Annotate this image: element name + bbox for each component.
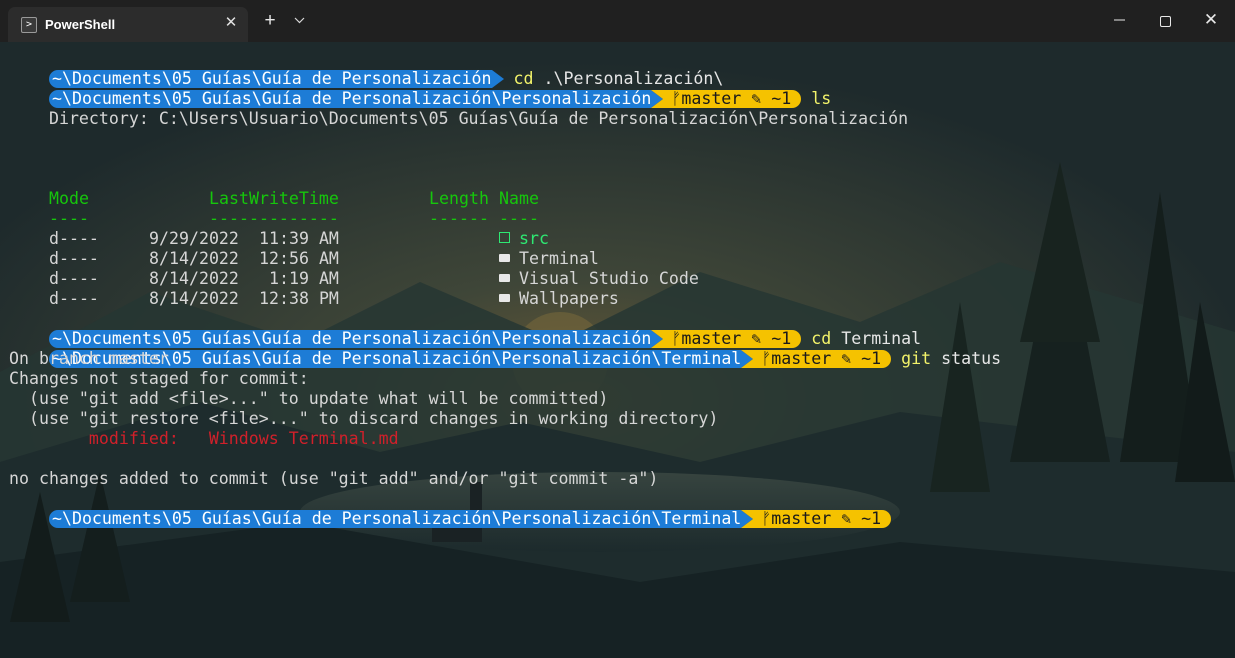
new-tab-button[interactable]: +: [260, 11, 280, 31]
modified-label: modified:: [9, 429, 209, 448]
tab-title: PowerShell: [45, 17, 116, 32]
header-name: Name: [499, 189, 539, 208]
output-line: On branch master: [9, 349, 169, 368]
header-length: Length: [429, 189, 489, 208]
maximize-button[interactable]: [1142, 0, 1188, 40]
close-icon: ✕: [1203, 10, 1219, 29]
git-status-segment: ᚠmaster ✎ ~1: [663, 90, 802, 108]
row-mode: d----: [48, 289, 99, 308]
table-row: d---- 9/29/2022 11:39 AM src: [9, 209, 549, 248]
table-row: d---- 8/14/2022 12:38 PM Wallpapers: [9, 269, 619, 308]
command-argument: status: [931, 349, 1002, 368]
header-lastwritetime: LastWriteTime: [209, 189, 339, 208]
table-row: d---- 8/14/2022 1:19 AM Visual Studio Code: [9, 249, 699, 288]
table-row: d---- 8/14/2022 12:56 AM Terminal: [9, 229, 599, 268]
output-line: Changes not staged for commit:: [9, 369, 309, 388]
row-name: Wallpapers: [519, 289, 619, 308]
prompt-path-segment: ~\Documents\05 Guías\Guía de Personaliza…: [48, 510, 742, 528]
row-time: 12:38 PM: [259, 289, 339, 308]
git-status-segment: ᚠmaster ✎ ~1: [753, 510, 892, 528]
row-name: Visual Studio Code: [519, 269, 699, 288]
chevron-down-icon: [294, 17, 304, 24]
output-line: (use "git restore <file>..." to discard …: [9, 409, 719, 428]
modified-filename: Windows Terminal.md: [208, 429, 399, 448]
tab-close-icon[interactable]: ✕: [222, 13, 240, 35]
prompt-line: ~\Documents\05 Guías\Guía de Personaliza…: [9, 329, 1001, 368]
close-window-button[interactable]: ✕: [1188, 0, 1234, 40]
modified-file-line: modified: Windows Terminal.md: [9, 429, 399, 449]
prompt-line: ~\Documents\05 Guías\Guía de Personaliza…: [9, 49, 723, 88]
output-line: (use "git add <file>..." to update what …: [9, 389, 609, 408]
prompt-line: ~\Documents\05 Guías\Guía de Personaliza…: [9, 309, 921, 348]
command-text: git: [901, 349, 932, 368]
profiles-dropdown-button[interactable]: [291, 12, 307, 30]
row-time: 1:19 AM: [259, 269, 339, 288]
row-time: 11:39 AM: [259, 229, 339, 248]
row-time: 12:56 AM: [259, 249, 339, 268]
row-date: 8/14/2022: [149, 289, 239, 308]
source-folder-icon: [499, 232, 510, 243]
powershell-icon: >: [21, 17, 37, 33]
underline-name: ----: [499, 209, 539, 228]
row-name: Terminal: [519, 249, 599, 268]
output-line: no changes added to commit (use "git add…: [9, 469, 659, 488]
directory-line: Directory: C:\Users\Usuario\Documents\05…: [9, 109, 909, 128]
row-date: 9/29/2022: [149, 229, 239, 248]
underline-lastwritetime: -------------: [209, 209, 339, 228]
underline-length: ------: [429, 209, 489, 228]
prompt-path-segment: ~\Documents\05 Guías\Guía de Personaliza…: [48, 90, 652, 108]
tab-powershell[interactable]: > PowerShell ✕: [8, 7, 248, 42]
title-bar: > PowerShell ✕ + ✕: [0, 0, 1235, 43]
prompt-line: ~\Documents\05 Guías\Guía de Personaliza…: [9, 69, 831, 108]
minimize-icon: [1113, 19, 1125, 21]
folder-icon: [499, 253, 510, 262]
command-text: ls: [811, 89, 832, 108]
row-date: 8/14/2022: [149, 269, 239, 288]
prompt-line: ~\Documents\05 Guías\Guía de Personaliza…: [9, 489, 892, 528]
row-name: src: [519, 229, 549, 248]
folder-icon: [499, 293, 510, 302]
table-header-underline: ---- ------------- ------ ----: [9, 189, 539, 228]
maximize-icon: [1159, 15, 1171, 27]
minimize-button[interactable]: [1096, 0, 1142, 40]
row-date: 8/14/2022: [149, 249, 239, 268]
table-header: Mode LastWriteTime Length Name: [9, 169, 539, 208]
folder-icon: [499, 273, 510, 282]
terminal-output[interactable]: ~\Documents\05 Guías\Guía de Personaliza…: [0, 42, 1235, 658]
git-status-segment: ᚠmaster ✎ ~1: [753, 350, 892, 368]
